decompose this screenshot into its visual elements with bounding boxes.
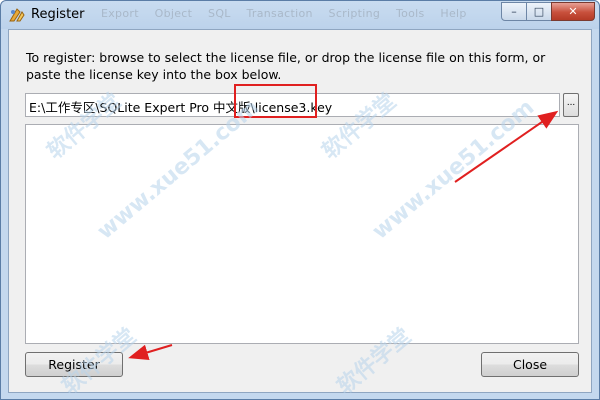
register-dialog-window: Register Export Object SQL Transaction S…: [0, 0, 600, 400]
title-bar[interactable]: Register Export Object SQL Transaction S…: [1, 1, 599, 29]
window-title: Register: [31, 7, 85, 22]
maximize-icon: □: [533, 5, 545, 18]
minimize-button[interactable]: –: [501, 2, 527, 21]
background-menu-item: SQL: [208, 7, 231, 20]
background-menu-item: Scripting: [328, 7, 381, 20]
register-button[interactable]: Register: [25, 352, 123, 377]
close-button[interactable]: Close: [481, 352, 579, 377]
instructions-text: To register: browse to select the licens…: [26, 50, 546, 82]
license-path-input[interactable]: E:\工作专区\SQLite Expert Pro 中文版\license3.k…: [25, 93, 560, 117]
background-menu-item: Help: [440, 7, 467, 20]
close-icon: ✕: [568, 5, 578, 18]
background-menu-bar: Export Object SQL Transaction Scripting …: [101, 7, 479, 20]
background-menu-item: Tools: [395, 7, 425, 20]
browse-button[interactable]: ...: [563, 93, 579, 117]
window-close-button[interactable]: ✕: [551, 2, 595, 21]
background-menu-item: Export: [101, 7, 139, 20]
maximize-button[interactable]: □: [526, 2, 552, 21]
sqlite-expert-icon: [9, 8, 25, 22]
background-menu-item: Transaction: [246, 7, 313, 20]
minimize-icon: –: [511, 5, 517, 18]
dialog-client-area: To register: browse to select the licens…: [8, 29, 592, 393]
license-key-textarea[interactable]: [25, 124, 579, 344]
background-menu-item: Object: [154, 7, 193, 20]
